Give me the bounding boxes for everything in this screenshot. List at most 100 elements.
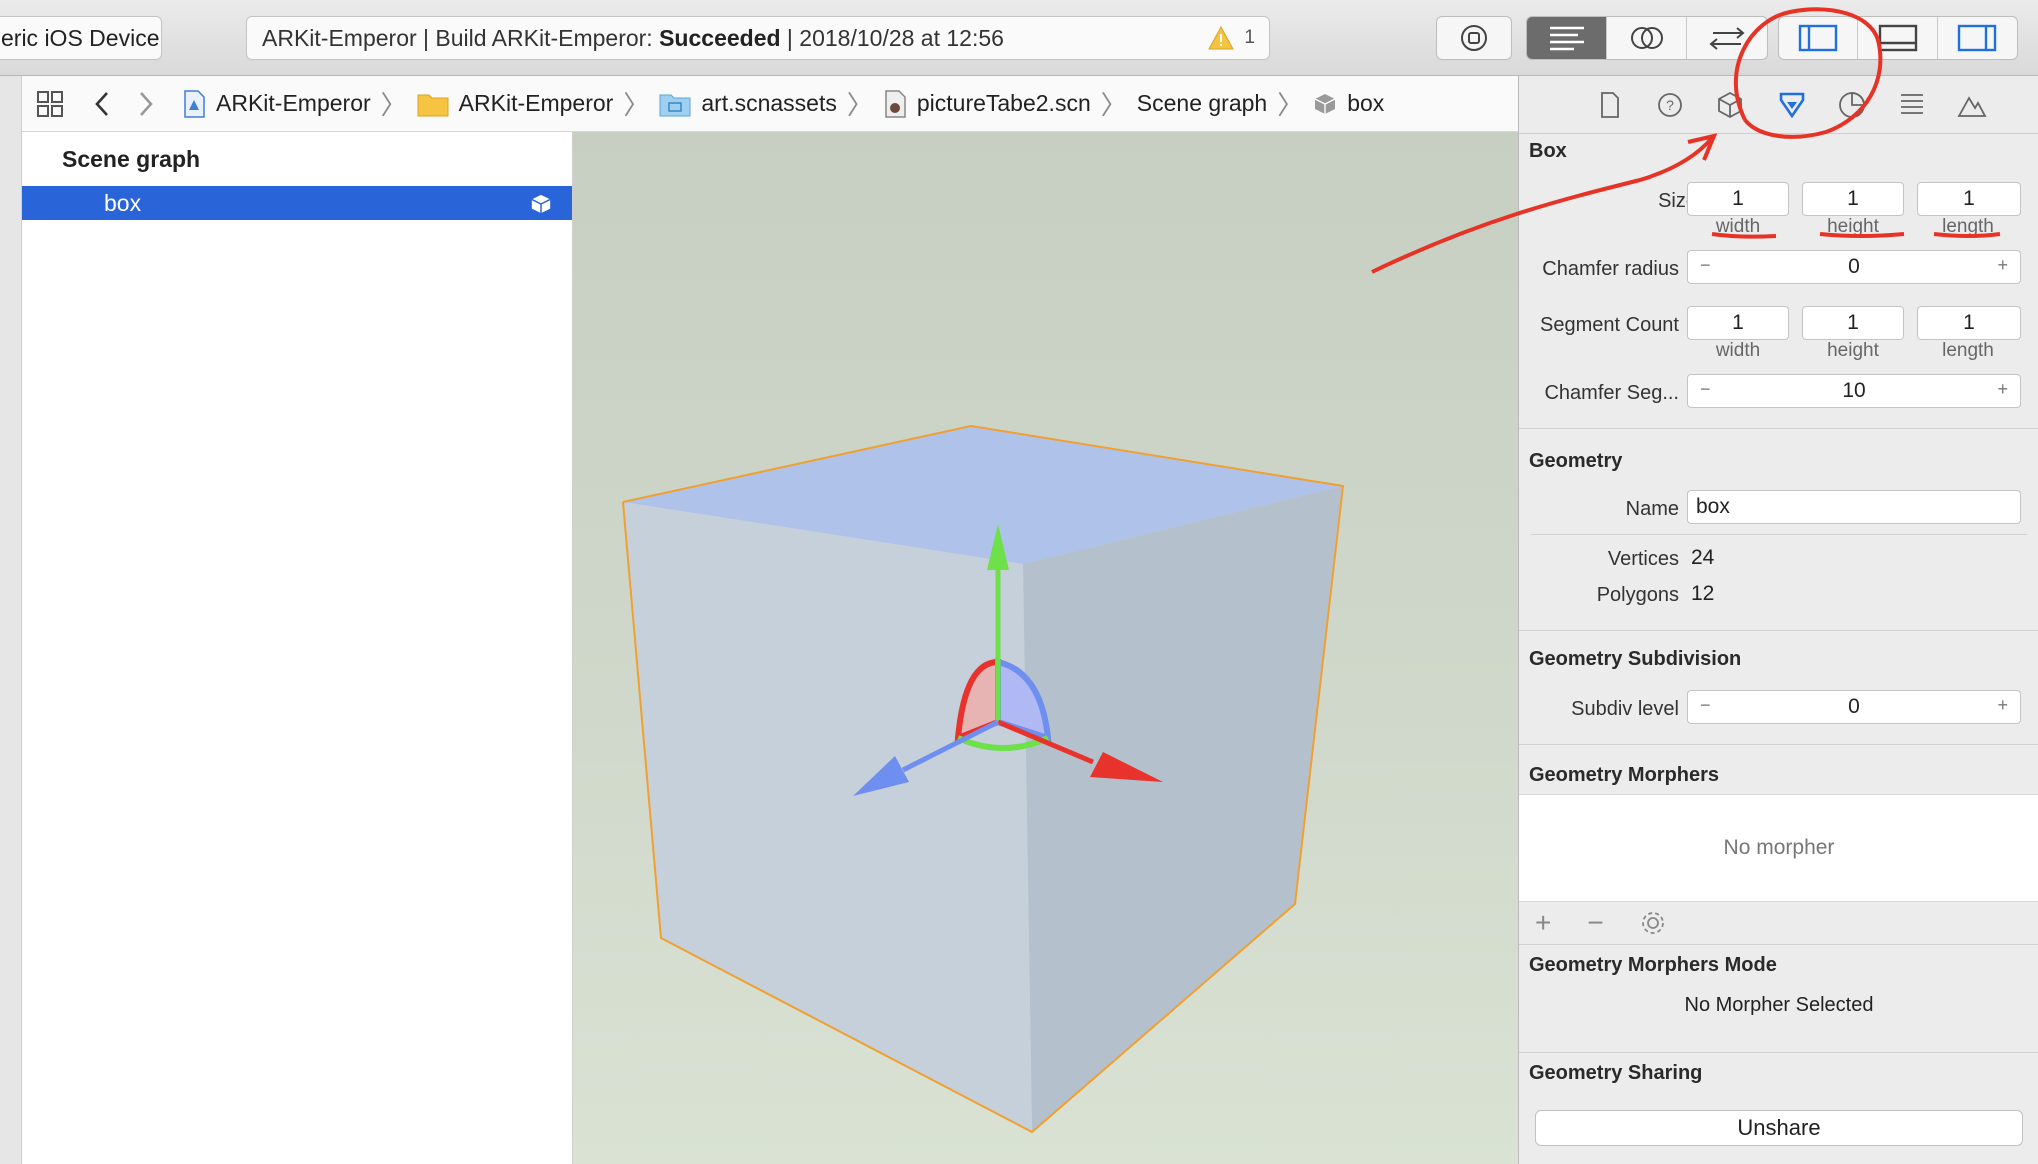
segment-width-field[interactable]: 1 xyxy=(1687,306,1789,340)
tab-physics-inspector[interactable] xyxy=(1897,90,1927,120)
crumb-scene-file[interactable]: pictureTabe2.scn xyxy=(883,89,1091,118)
vertices-value: 24 xyxy=(1691,546,1715,569)
crumb-label: box xyxy=(1347,90,1385,116)
box-section-title: Box xyxy=(1529,140,1567,162)
debug-area-icon xyxy=(1878,24,1917,52)
gear-icon[interactable] xyxy=(1640,910,1666,936)
activity-status: Succeeded xyxy=(659,25,781,51)
standard-editor-icon xyxy=(1549,26,1584,51)
polygons-value: 12 xyxy=(1691,582,1715,605)
scene-graph-outline: Scene graph box xyxy=(22,132,573,1164)
subdiv-level-stepper[interactable]: − 0 + xyxy=(1687,690,2021,724)
decrement-button[interactable]: − xyxy=(1700,695,1711,716)
toggle-navigator-button[interactable] xyxy=(1779,17,1859,59)
chamfer-segments-stepper[interactable]: − 10 + xyxy=(1687,374,2021,408)
back-arrow-icon[interactable] xyxy=(94,91,110,117)
increment-button[interactable]: + xyxy=(1997,379,2008,400)
morpher-empty-text: No morpher xyxy=(1723,836,1835,859)
tab-scene-inspector[interactable] xyxy=(1957,90,1987,120)
tab-node-inspector[interactable] xyxy=(1715,90,1745,120)
geometry-name-field[interactable]: box xyxy=(1687,490,2021,524)
segment-height-sublabel: height xyxy=(1827,340,1879,361)
tab-attributes-inspector[interactable] xyxy=(1777,90,1807,120)
segment-count-label: Segment Count xyxy=(1540,314,1679,336)
toggle-inspector-button[interactable] xyxy=(1938,17,2017,59)
physics-icon xyxy=(1901,94,1923,114)
jump-bar: ARKit-Emperor 〉 ARKit-Emperor 〉 art.scna… xyxy=(0,76,1518,132)
inspector-panel: ? Box Size 1 1 1 width height length Cha… xyxy=(1518,76,2038,1164)
add-morpher-icon[interactable]: + xyxy=(1535,907,1551,939)
crumb-project[interactable]: ARKit-Emperor xyxy=(182,89,371,118)
warning-indicator[interactable]: 1 xyxy=(1208,17,1255,59)
crumb-separator: 〉 xyxy=(1100,90,1127,120)
crumb-assets-folder[interactable]: art.scnassets xyxy=(659,90,837,117)
decrement-button[interactable]: − xyxy=(1700,379,1711,400)
crumb-scene-graph[interactable]: Scene graph xyxy=(1137,90,1267,117)
section-divider xyxy=(1519,944,2038,945)
geometry-section-title: Geometry xyxy=(1529,450,1623,472)
outline-node-row[interactable]: box xyxy=(22,186,572,220)
size-width-sublabel: width xyxy=(1715,216,1761,237)
size-height-field[interactable]: 1 xyxy=(1802,182,1904,216)
tab-quick-help[interactable]: ? xyxy=(1655,90,1685,120)
increment-button[interactable]: + xyxy=(1997,255,2008,276)
crumb-separator: 〉 xyxy=(846,90,873,120)
remove-morpher-icon[interactable]: − xyxy=(1587,907,1603,939)
subdivision-section-title: Geometry Subdivision xyxy=(1529,648,1742,670)
mountain-icon xyxy=(1957,96,1987,117)
increment-button[interactable]: + xyxy=(1997,695,2008,716)
assistant-editor-icon xyxy=(1630,27,1663,49)
segment-height-field[interactable]: 1 xyxy=(1802,306,1904,340)
version-editor-button[interactable] xyxy=(1687,17,1767,59)
subdiv-level-label: Subdiv level xyxy=(1571,698,1679,720)
cube-icon xyxy=(1718,91,1742,119)
library-button[interactable] xyxy=(1436,16,1512,60)
segment-length-field[interactable]: 1 xyxy=(1917,306,2021,340)
tab-material-inspector[interactable] xyxy=(1837,90,1867,120)
crumb-group[interactable]: ARKit-Emperor xyxy=(417,90,614,117)
folder-icon xyxy=(417,94,449,116)
node-name: box xyxy=(104,190,142,216)
size-width-field[interactable]: 1 xyxy=(1687,182,1789,216)
activity-viewer[interactable]: ARKit-Emperor | Build ARKit-Emperor: Suc… xyxy=(246,16,1270,60)
morpher-list[interactable]: No morpher xyxy=(1519,794,2038,902)
chamfer-radius-stepper[interactable]: − 0 + xyxy=(1687,250,2021,284)
standard-editor-button[interactable] xyxy=(1527,17,1607,59)
size-label: Size xyxy=(1658,190,1697,212)
toolbar: eric iOS Device ARKit-Emperor | Build AR… xyxy=(0,0,2038,76)
crumb-label: ARKit-Emperor xyxy=(216,90,371,116)
crumb-label: pictureTabe2.scn xyxy=(916,90,1091,116)
tab-file-inspector[interactable] xyxy=(1595,90,1625,120)
assistant-editor-button[interactable] xyxy=(1607,17,1687,59)
forward-arrow-icon[interactable] xyxy=(138,91,154,117)
activity-suffix: | 2018/10/28 at 12:56 xyxy=(780,25,1004,51)
unshare-button[interactable]: Unshare xyxy=(1535,1110,2023,1146)
crumb-label: ARKit-Emperor xyxy=(458,90,614,116)
geometry-node-icon xyxy=(531,194,551,214)
attributes-icon xyxy=(1779,92,1805,119)
crumb-separator: 〉 xyxy=(1277,90,1304,120)
segment-width-sublabel: width xyxy=(1715,340,1761,361)
scheme-device-selector[interactable]: eric iOS Device xyxy=(0,16,162,60)
scene-canvas[interactable] xyxy=(573,132,1518,1164)
section-divider xyxy=(1519,1052,2038,1053)
chamfer-segments-label: Chamfer Seg... xyxy=(1544,382,1679,404)
scene-viewport[interactable] xyxy=(573,132,1518,1164)
section-divider xyxy=(1519,428,2038,429)
scene-file-icon xyxy=(885,89,906,118)
morphers-mode-section-title: Geometry Morphers Mode xyxy=(1529,954,1777,976)
inspector-tabs: ? xyxy=(1519,76,2038,134)
inspector-panel-icon xyxy=(1958,24,1997,52)
svg-text:?: ? xyxy=(1666,97,1674,113)
crumb-node[interactable]: box xyxy=(1313,90,1384,117)
related-items-icon[interactable] xyxy=(36,90,64,118)
segment-length-sublabel: length xyxy=(1942,340,1994,361)
toggle-debug-area-button[interactable] xyxy=(1858,17,1938,59)
decrement-button[interactable]: − xyxy=(1700,255,1711,276)
row-divider xyxy=(1531,534,2027,535)
help-icon: ? xyxy=(1658,93,1682,117)
material-icon xyxy=(1839,92,1865,118)
size-length-field[interactable]: 1 xyxy=(1917,182,2021,216)
morphers-section-title: Geometry Morphers xyxy=(1529,764,1720,786)
warning-icon xyxy=(1208,26,1235,50)
